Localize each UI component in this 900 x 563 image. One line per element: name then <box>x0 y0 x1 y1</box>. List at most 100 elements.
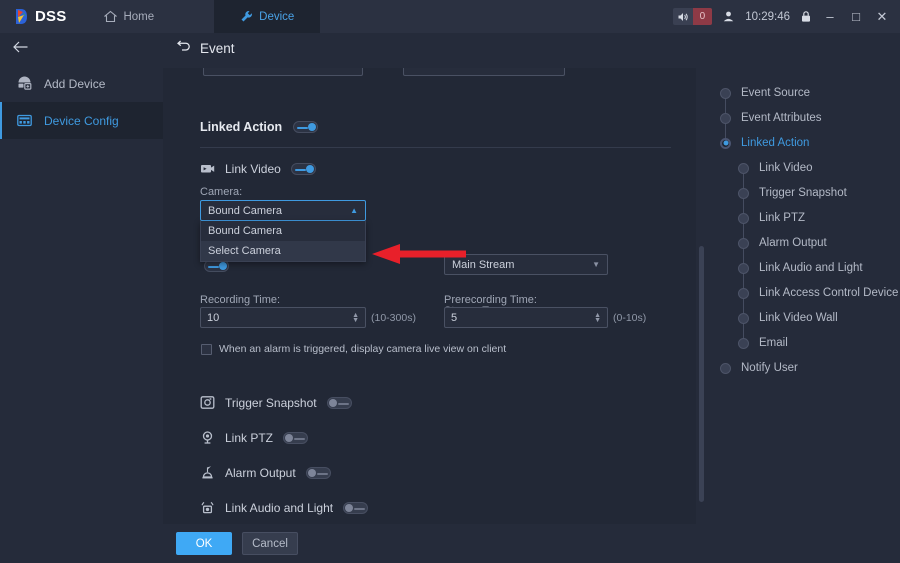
nav-item-notify-user-label: Notify User <box>741 362 798 374</box>
ptz-icon <box>200 430 215 445</box>
maximize-button[interactable]: □ <box>848 10 864 23</box>
linked-action-toggle[interactable] <box>293 121 319 133</box>
link-audio-and-light-row: Link Audio and Light <box>200 500 369 515</box>
prerecording-time-input[interactable]: 5 ▲ ▼ <box>444 307 608 328</box>
nav-item-link-audio-and-light[interactable]: Link Audio and Light <box>738 262 863 274</box>
link-ptz-row: Link PTZ <box>200 430 309 445</box>
clock-time: 10:29:46 <box>745 10 790 23</box>
add-device-icon <box>16 75 33 92</box>
trigger-snapshot-toggle[interactable] <box>326 396 352 409</box>
nav-item-event-source[interactable]: Event Source <box>720 87 810 99</box>
sidebar-item-device-config-label: Device Config <box>44 113 119 128</box>
cancel-button[interactable]: Cancel <box>242 532 298 555</box>
nav-item-link-access-control-device[interactable]: Link Access Control Device <box>738 287 898 299</box>
nav-item-notify-user[interactable]: Notify User <box>720 362 798 374</box>
stream-type-value: Main Stream <box>452 258 515 271</box>
recording-time-input[interactable]: 10 ▲ ▼ <box>200 307 366 328</box>
nav-item-event-attributes[interactable]: Event Attributes <box>720 112 822 124</box>
recording-time-value: 10 <box>207 311 220 324</box>
tab-device[interactable]: Device <box>214 0 321 33</box>
tab-home-label: Home <box>123 10 155 23</box>
nav-item-link-ptz[interactable]: Link PTZ <box>738 212 805 224</box>
nav-item-link-video-label: Link Video <box>759 162 813 174</box>
nav-item-link-video-wall[interactable]: Link Video Wall <box>738 312 838 324</box>
video-camera-icon <box>200 161 215 176</box>
ok-button[interactable]: OK <box>176 532 232 555</box>
page-title: Event <box>200 41 235 56</box>
link-ptz-label: Link PTZ <box>225 430 274 445</box>
live-view-checkbox-row[interactable]: When an alarm is triggered, display came… <box>201 343 506 355</box>
recording-time-stepper[interactable]: ▲ ▼ <box>352 312 359 324</box>
link-video-toggle[interactable] <box>290 162 316 175</box>
nav-dot-icon <box>720 87 731 99</box>
live-view-checkbox[interactable] <box>201 343 212 355</box>
nav-item-link-video[interactable]: Link Video <box>738 162 813 174</box>
alarm-output-label: Alarm Output <box>225 465 296 480</box>
nav-dot-icon <box>738 262 749 274</box>
nav-item-linked-action[interactable]: Linked Action <box>720 137 809 149</box>
speaker-icon <box>673 11 693 23</box>
dss-logo-icon <box>14 8 31 25</box>
camera-option-select-camera[interactable]: Select Camera <box>201 241 365 261</box>
scroll-content: Linked Action Link Video Camera: Bound C… <box>163 68 708 524</box>
prerecording-time-value: 5 <box>451 311 458 324</box>
camera-dropdown-list[interactable]: Bound Camera Select Camera <box>200 221 366 262</box>
stream-type-select[interactable]: Main Stream ▼ <box>444 254 608 275</box>
trigger-snapshot-label: Trigger Snapshot <box>225 395 317 410</box>
home-icon <box>103 10 118 23</box>
alarm-output-row: Alarm Output <box>200 465 331 480</box>
alarm-output-icon <box>200 465 215 480</box>
camera-option-1-label: Select Camera <box>208 245 281 257</box>
camera-select[interactable]: Bound Camera ▲ <box>200 200 366 221</box>
prerecording-time-label: Prerecording Time: <box>444 294 537 306</box>
nav-dot-icon <box>738 187 749 199</box>
audio-light-icon <box>200 500 215 515</box>
app-logo: DSS <box>0 0 82 33</box>
link-video-row: Link Video <box>200 161 316 176</box>
snapshot-icon <box>200 395 215 410</box>
tab-home[interactable]: Home <box>82 0 214 33</box>
alarm-sound-badge[interactable]: 0 <box>672 8 713 25</box>
nav-dot-active-icon <box>720 137 731 149</box>
nav-item-link-audio-and-light-label: Link Audio and Light <box>759 262 863 274</box>
linked-action-title: Linked Action <box>200 120 283 134</box>
sidebar-back-button[interactable] <box>0 33 163 65</box>
back-arrow-icon <box>12 40 29 59</box>
prerecording-time-stepper[interactable]: ▲ ▼ <box>594 312 601 324</box>
scrollbar-thumb[interactable] <box>699 246 704 502</box>
nav-item-alarm-output[interactable]: Alarm Output <box>738 237 827 249</box>
chevron-up-icon: ▲ <box>350 206 358 215</box>
recording-time-label: Recording Time: <box>200 294 281 306</box>
minimize-button[interactable]: – <box>822 10 838 23</box>
user-icon[interactable] <box>722 10 735 23</box>
nav-item-link-ptz-label: Link PTZ <box>759 212 806 224</box>
nav-item-alarm-output-label: Alarm Output <box>759 237 827 249</box>
linked-action-divider <box>200 147 671 148</box>
content-scrollbar[interactable] <box>696 68 708 524</box>
lock-icon[interactable] <box>800 10 812 23</box>
nav-item-event-attributes-label: Event Attributes <box>741 112 822 124</box>
sidebar-item-add-device[interactable]: Add Device <box>0 65 163 102</box>
prerecording-time-hint: (0-10s) <box>613 312 647 324</box>
sidebar-item-device-config[interactable]: Device Config <box>0 102 163 139</box>
camera-label: Camera: <box>200 186 243 198</box>
wrench-icon <box>240 10 253 23</box>
nav-item-link-access-control-device-label: Link Access Control Device <box>759 287 899 299</box>
back-icon[interactable] <box>176 40 191 58</box>
nav-dot-icon <box>720 362 731 374</box>
nav-dot-icon <box>738 287 749 299</box>
alarm-count: 0 <box>692 8 713 25</box>
nav-item-link-video-wall-label: Link Video Wall <box>759 312 838 324</box>
nav-item-trigger-snapshot[interactable]: Trigger Snapshot <box>738 187 847 199</box>
nav-item-event-source-label: Event Source <box>741 87 811 99</box>
nav-dot-icon <box>738 212 749 224</box>
link-audio-and-light-toggle[interactable] <box>343 501 369 514</box>
alarm-output-toggle[interactable] <box>305 466 331 479</box>
close-button[interactable]: ✕ <box>874 10 890 23</box>
live-view-checkbox-label: When an alarm is triggered, display came… <box>219 343 507 355</box>
link-ptz-toggle[interactable] <box>283 431 309 444</box>
nav-item-email[interactable]: Email <box>738 337 788 349</box>
camera-option-bound-camera[interactable]: Bound Camera <box>201 221 365 241</box>
scrolled-field-left <box>203 68 363 76</box>
nav-item-email-label: Email <box>759 337 788 349</box>
